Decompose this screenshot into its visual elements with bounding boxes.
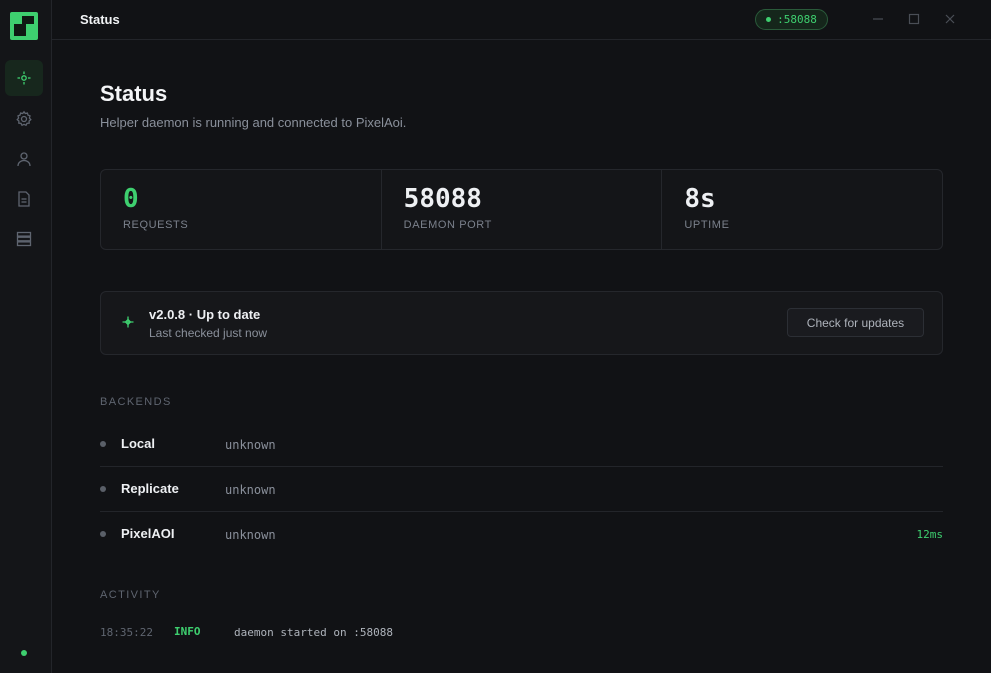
minimize-icon	[873, 18, 883, 20]
backend-row-pixelaoi[interactable]: PixelAOI unknown 12ms	[100, 512, 943, 557]
port-badge-label: :58088	[777, 13, 817, 26]
maximize-icon	[908, 13, 920, 25]
window-title: Status	[80, 12, 120, 27]
sidebar-item-status[interactable]	[5, 60, 43, 96]
close-icon	[945, 14, 955, 24]
stat-label: DAEMON PORT	[403, 219, 492, 231]
crosshair-icon	[17, 71, 31, 85]
backend-latency: 12ms	[916, 528, 944, 541]
minimize-button[interactable]	[869, 10, 887, 28]
update-subtitle: Last checked just now	[149, 326, 268, 340]
sidebar	[0, 0, 52, 673]
sidebar-item-logs[interactable]	[5, 181, 43, 217]
user-icon	[17, 152, 31, 167]
sidebar-item-settings[interactable]	[5, 101, 43, 137]
title-bar: Status :58088	[52, 0, 991, 40]
check-for-updates-button[interactable]: Check for updates	[787, 308, 924, 337]
stat-value: 8s	[684, 184, 716, 214]
activity-log-entry: 18:35:22 INFO daemon started on :58088	[100, 625, 943, 642]
stats-panel: 0 REQUESTS 58088 DAEMON PORT 8s UPTIME	[100, 169, 943, 250]
document-icon	[18, 191, 30, 207]
update-card: v2.0.8 · Up to date Last checked just no…	[100, 291, 943, 355]
activity-section-label: ACTIVITY	[100, 589, 161, 601]
backend-row-replicate[interactable]: Replicate unknown	[100, 467, 943, 512]
log-level: INFO	[174, 625, 201, 638]
server-icon	[16, 231, 32, 247]
port-badge: :58088	[755, 9, 828, 30]
backend-name: PixelAOI	[121, 526, 175, 541]
backend-status: unknown	[225, 528, 276, 542]
close-button[interactable]	[941, 10, 959, 28]
backend-status: unknown	[225, 483, 276, 497]
update-title: v2.0.8 · Up to date	[149, 307, 261, 322]
stat-label: UPTIME	[684, 219, 730, 231]
log-message: daemon started on :58088	[234, 626, 393, 639]
stat-uptime: 8s UPTIME	[662, 170, 942, 249]
page-title: Status	[100, 81, 168, 106]
backend-status: unknown	[225, 438, 276, 452]
main-content: Status Helper daemon is running and conn…	[52, 40, 991, 673]
app-logo	[10, 12, 38, 40]
backend-status-dot	[100, 486, 106, 492]
stat-value: 0	[123, 184, 139, 214]
sidebar-item-account[interactable]	[5, 141, 43, 177]
sidebar-item-backends[interactable]	[5, 221, 43, 257]
backend-name: Local	[121, 436, 155, 451]
port-status-dot	[766, 17, 772, 22]
page-subtitle: Helper daemon is running and connected t…	[100, 115, 407, 130]
backends-section-label: BACKENDS	[100, 396, 172, 408]
stat-value: 58088	[403, 184, 482, 214]
backend-status-dot	[100, 441, 106, 447]
connection-status-indicator	[21, 650, 27, 656]
stat-daemon-port: 58088 DAEMON PORT	[382, 170, 663, 249]
maximize-button[interactable]	[905, 10, 923, 28]
log-time: 18:35:22	[100, 626, 153, 639]
backend-name: Replicate	[121, 481, 179, 496]
backend-row-local[interactable]: Local unknown	[100, 422, 943, 467]
sparkle-icon	[122, 316, 134, 328]
stat-label: REQUESTS	[123, 219, 189, 231]
gear-icon	[16, 110, 32, 127]
backend-status-dot	[100, 531, 106, 537]
stat-requests: 0 REQUESTS	[101, 170, 382, 249]
